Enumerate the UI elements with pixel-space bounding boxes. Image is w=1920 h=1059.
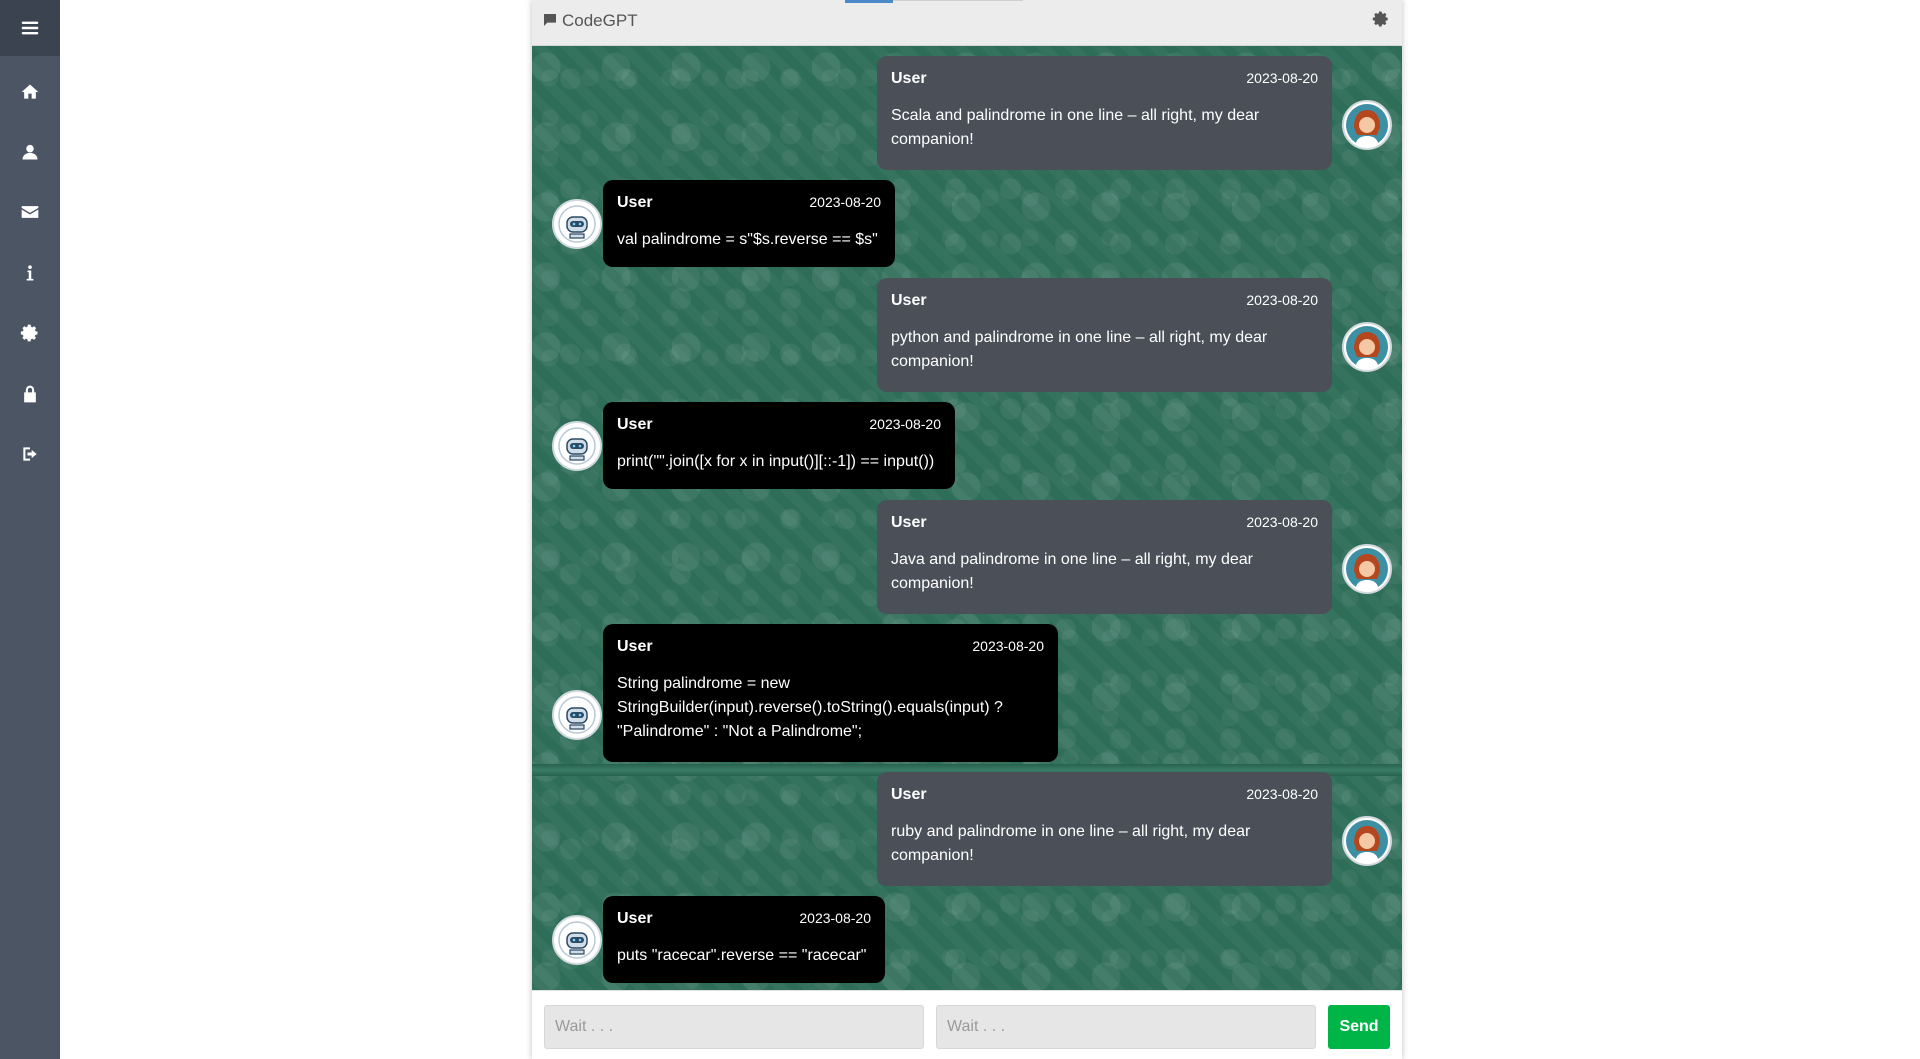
messages-area[interactable]: User 2023-08-20 Scala and palindrome in … — [532, 46, 1402, 990]
message-author: User — [617, 638, 653, 655]
gear-icon — [20, 324, 38, 342]
message-text: ruby and palindrome in one line – all ri… — [891, 823, 1251, 864]
message-date: 2023-08-20 — [1246, 514, 1318, 530]
user-icon — [22, 144, 38, 160]
message-text: puts "racecar".reverse == "racecar" — [617, 947, 867, 964]
message-date: 2023-08-20 — [1246, 292, 1318, 308]
message-bot: User 2023-08-20 String palindrome = new … — [603, 624, 1058, 762]
message-text: print("".join([x for x in input()][::-1]… — [617, 453, 935, 470]
bot-avatar — [552, 915, 602, 965]
message-text: String palindrome = new StringBuilder(in… — [617, 675, 1003, 740]
settings-button[interactable] — [1372, 10, 1392, 30]
mail-icon — [21, 206, 39, 218]
message-date: 2023-08-20 — [972, 638, 1044, 654]
message-user: User 2023-08-20 Scala and palindrome in … — [877, 56, 1332, 170]
sidebar — [0, 0, 60, 1059]
gear-icon — [1372, 11, 1388, 27]
bot-avatar — [552, 421, 602, 471]
sidebar-item-logout[interactable] — [0, 432, 60, 476]
sidebar-item-profile[interactable] — [0, 130, 60, 174]
sidebar-item-lock[interactable] — [0, 372, 60, 416]
user-avatar — [1342, 544, 1392, 594]
message-text: Java and palindrome in one line – all ri… — [891, 551, 1253, 592]
message-bot: User 2023-08-20 puts "racecar".reverse =… — [603, 896, 885, 983]
message-author: User — [891, 292, 927, 309]
message-bot: User 2023-08-20 val palindrome = s"$s.re… — [603, 180, 895, 267]
sidebar-menu-toggle[interactable] — [0, 0, 60, 56]
message-date: 2023-08-20 — [1246, 786, 1318, 802]
message-user: User 2023-08-20 ruby and palindrome in o… — [877, 772, 1332, 886]
message-author: User — [891, 786, 927, 803]
active-tab-indicator — [845, 0, 893, 3]
message-input-primary[interactable] — [544, 1005, 924, 1049]
home-icon — [21, 84, 39, 99]
sidebar-item-messages[interactable] — [0, 190, 60, 234]
composer: Send — [532, 990, 1402, 1059]
message-author: User — [891, 514, 927, 531]
user-avatar — [1342, 816, 1392, 866]
user-avatar — [1342, 100, 1392, 150]
message-author: User — [617, 416, 653, 433]
sidebar-item-settings[interactable] — [0, 311, 60, 355]
sidebar-item-info[interactable] — [0, 251, 60, 295]
chat-icon — [542, 12, 560, 30]
message-user: User 2023-08-20 Java and palindrome in o… — [877, 500, 1332, 614]
bot-avatar — [552, 199, 602, 249]
logout-icon — [23, 447, 37, 461]
message-input-secondary[interactable] — [936, 1005, 1316, 1049]
app-title: CodeGPT — [562, 11, 638, 30]
message-date: 2023-08-20 — [809, 194, 881, 210]
message-text: Scala and palindrome in one line – all r… — [891, 107, 1260, 148]
user-avatar — [1342, 322, 1392, 372]
message-date: 2023-08-20 — [1246, 70, 1318, 86]
chat-header: CodeGPT — [532, 0, 1402, 46]
info-icon — [26, 265, 34, 281]
send-button[interactable]: Send — [1328, 1005, 1390, 1049]
message-text: val palindrome = s"$s.reverse == $s" — [617, 231, 878, 248]
message-author: User — [617, 910, 653, 927]
message-bot: User 2023-08-20 print("".join([x for x i… — [603, 402, 955, 489]
message-text: python and palindrome in one line – all … — [891, 329, 1268, 370]
tab-divider — [893, 0, 1023, 1]
message-user: User 2023-08-20 python and palindrome in… — [877, 278, 1332, 392]
bot-avatar — [552, 690, 602, 740]
menu-icon — [21, 21, 39, 35]
message-author: User — [891, 70, 927, 87]
sidebar-item-home[interactable] — [0, 70, 60, 114]
message-date: 2023-08-20 — [869, 416, 941, 432]
lock-icon — [24, 385, 36, 403]
message-date: 2023-08-20 — [799, 910, 871, 926]
chat-window: CodeGPT User 2023-08-20 Scala and palind… — [532, 0, 1402, 1059]
message-author: User — [617, 194, 653, 211]
